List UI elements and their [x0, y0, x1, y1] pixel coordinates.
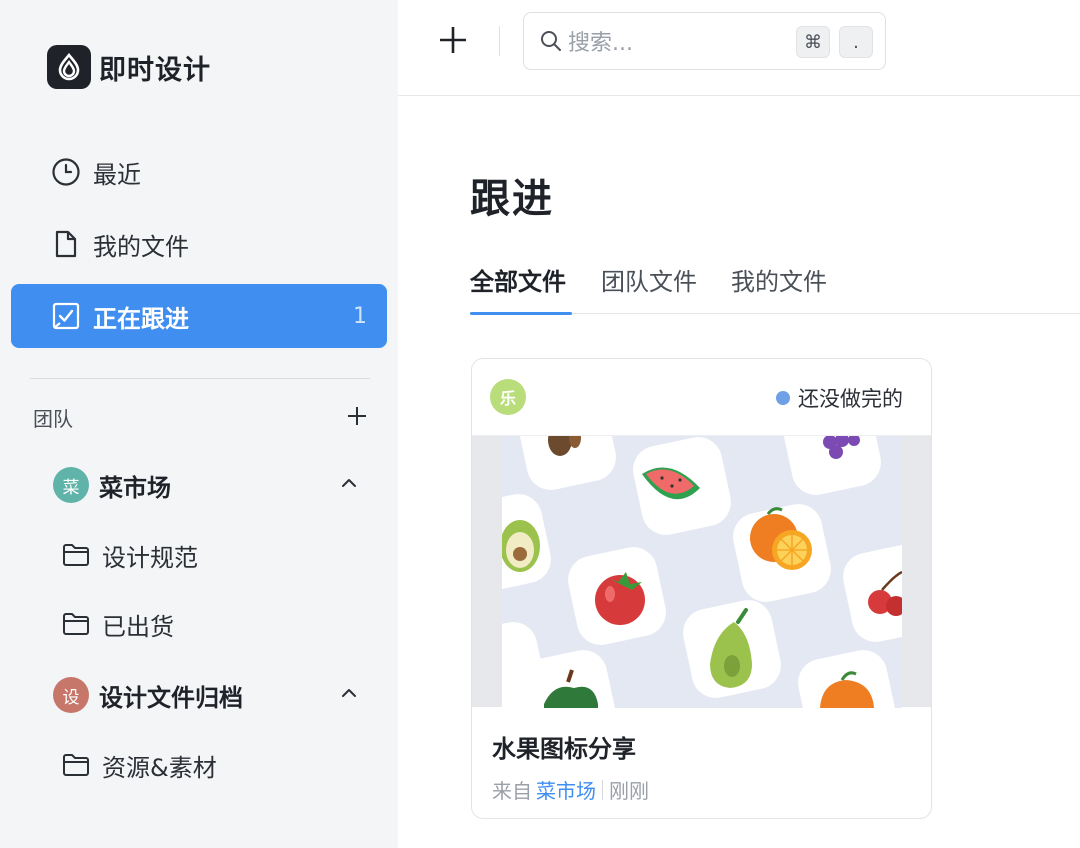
team-section-title: 团队 [33, 406, 73, 431]
tab-my-files[interactable]: 我的文件 [731, 262, 827, 314]
team-name: 菜市场 [99, 473, 171, 502]
chevron-up-icon[interactable] [339, 683, 359, 707]
source-team-link[interactable]: 菜市场 [536, 775, 596, 804]
card-header: 乐 还没做完的 [472, 359, 931, 435]
folder-label: 资源&素材 [102, 753, 217, 782]
follow-icon [51, 301, 81, 331]
file-thumbnail [472, 435, 931, 708]
owner-avatar: 乐 [490, 379, 526, 415]
folder-icon [62, 612, 90, 636]
plus-icon [440, 27, 466, 53]
brand-name: 即时设计 [99, 54, 211, 86]
clock-icon [51, 157, 81, 187]
nav-label: 正在跟进 [93, 304, 189, 333]
nav-label: 我的文件 [93, 232, 189, 261]
team-section-header: 团队 [33, 400, 369, 434]
status-dot [776, 391, 790, 405]
search-input[interactable]: 搜索... ⌘ . [523, 12, 886, 70]
add-team-button[interactable] [347, 403, 369, 431]
active-tab-indicator [470, 312, 572, 315]
folder-icon [62, 543, 90, 567]
tab-label: 全部文件 [470, 268, 566, 296]
follow-count-badge: 1 [353, 303, 367, 329]
file-card[interactable]: 乐 还没做完的 水果图标分享 来自 菜市场 刚刚 [471, 358, 932, 819]
file-meta: 来自 菜市场 刚刚 [492, 775, 649, 804]
plus-icon [348, 407, 366, 425]
team-name: 设计文件归档 [99, 683, 243, 712]
updated-time: 刚刚 [609, 779, 649, 803]
team-group-archive[interactable]: 设 设计文件归档 [53, 675, 369, 715]
tab-label: 团队文件 [601, 268, 697, 296]
sidebar: 即时设计 最近 我的文件 正在跟进 1 团队 菜 菜市场 设计规范 已出货 设 … [0, 0, 398, 848]
shortcut-key-cmd: ⌘ [796, 26, 830, 58]
status-label: 还没做完的 [798, 387, 903, 411]
sidebar-divider [30, 378, 370, 379]
folder-item[interactable]: 设计规范 [62, 537, 198, 573]
source-prefix: 来自 [492, 779, 532, 803]
tab-team-files[interactable]: 团队文件 [601, 262, 697, 314]
team-avatar: 设 [53, 677, 89, 713]
brand[interactable]: 即时设计 [47, 45, 211, 89]
tab-label: 我的文件 [731, 268, 827, 296]
nav-item-recent[interactable]: 最近 [11, 140, 387, 204]
fruit-illustration [502, 436, 902, 708]
folder-item[interactable]: 资源&素材 [62, 747, 217, 783]
search-icon [541, 31, 561, 51]
search-placeholder: 搜索... [568, 31, 633, 56]
file-title[interactable]: 水果图标分享 [492, 729, 636, 764]
logo-icon [47, 45, 91, 89]
toolbar-divider [499, 26, 500, 56]
folder-icon [62, 753, 90, 777]
nav-item-my-files[interactable]: 我的文件 [11, 212, 387, 276]
tab-all-files[interactable]: 全部文件 [470, 262, 572, 315]
folder-label: 设计规范 [102, 543, 198, 572]
top-bar: 搜索... ⌘ . [398, 0, 1080, 96]
folder-item[interactable]: 已出货 [62, 606, 174, 642]
team-avatar: 菜 [53, 467, 89, 503]
shortcut-key-period: . [839, 26, 873, 58]
file-tabs: 全部文件 团队文件 我的文件 [470, 260, 1080, 315]
meta-divider [602, 779, 603, 800]
status-badge: 还没做完的 [776, 383, 903, 413]
team-group-market[interactable]: 菜 菜市场 [53, 465, 369, 505]
folder-label: 已出货 [102, 612, 174, 641]
page-title: 跟进 [470, 176, 554, 222]
create-button[interactable] [436, 23, 470, 57]
nav-item-following[interactable]: 正在跟进 1 [11, 284, 387, 348]
nav-label: 最近 [93, 160, 141, 189]
chevron-up-icon[interactable] [339, 473, 359, 497]
file-icon [51, 229, 81, 259]
